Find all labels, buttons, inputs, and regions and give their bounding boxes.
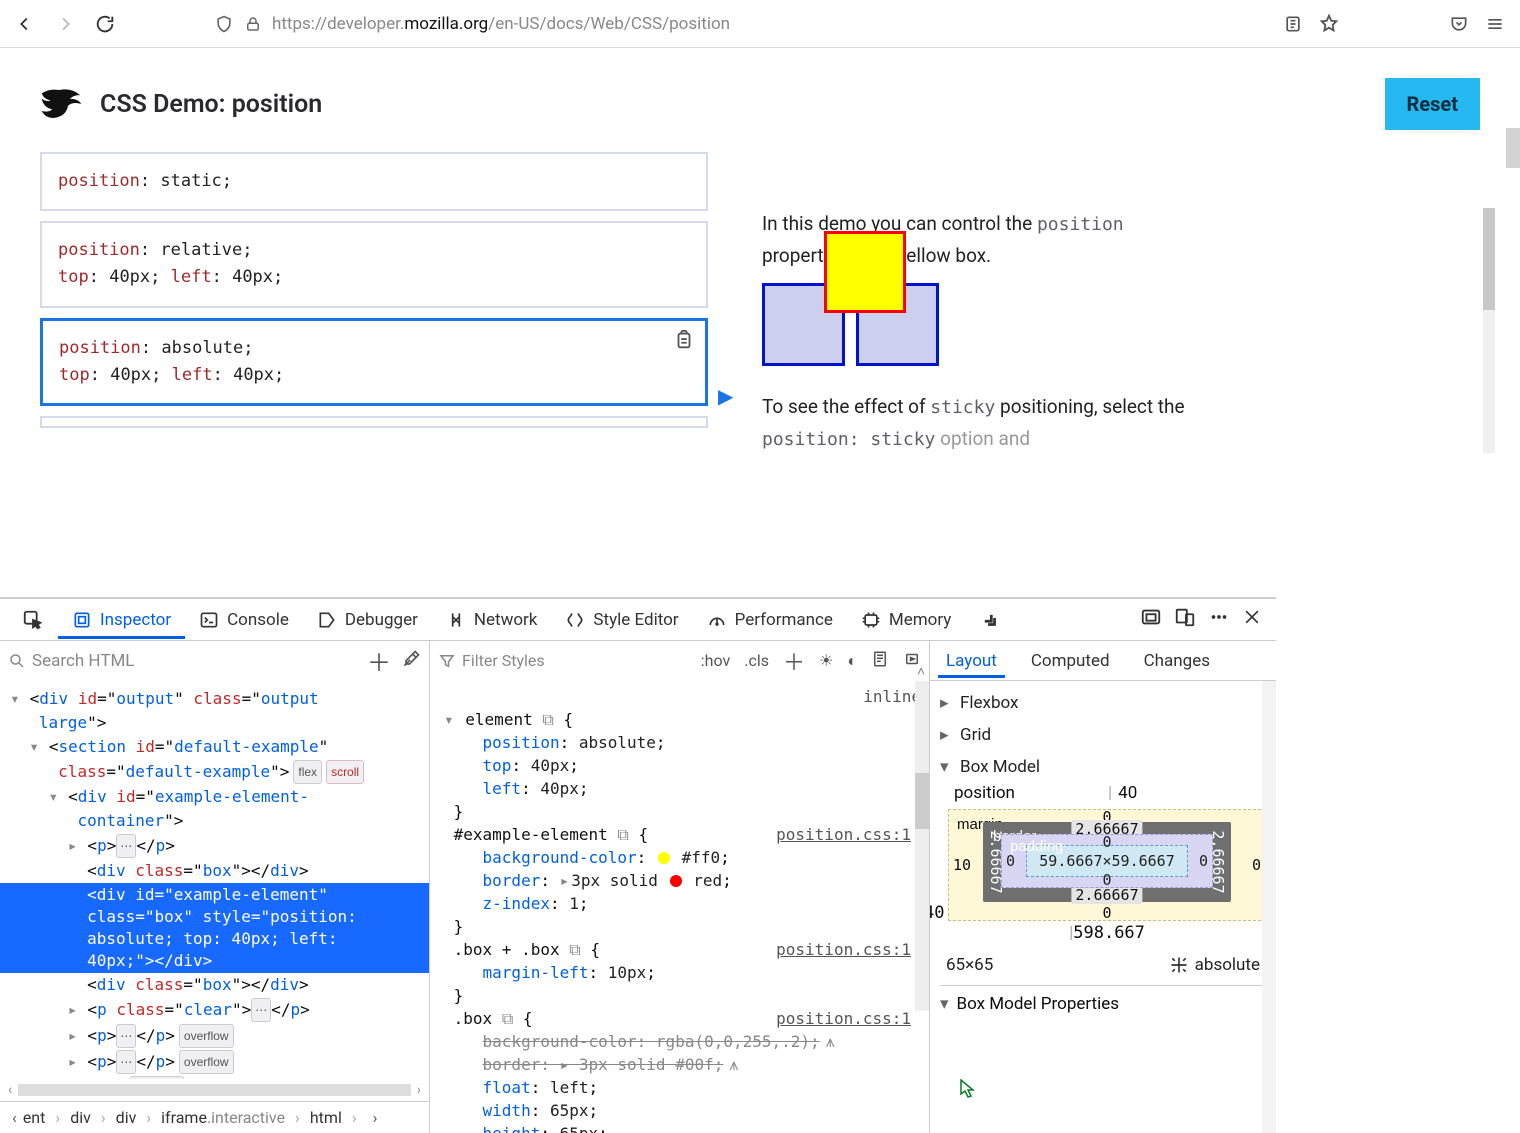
responsive-icon[interactable] xyxy=(1174,606,1196,633)
kebab-icon[interactable] xyxy=(1208,606,1230,633)
tab-computed[interactable]: Computed xyxy=(1023,645,1118,677)
iframe-picker-icon[interactable] xyxy=(1140,606,1162,633)
reload-icon[interactable] xyxy=(94,13,116,35)
lock-icon xyxy=(244,15,262,33)
search-icon xyxy=(8,652,26,670)
option-next[interactable] xyxy=(40,416,708,428)
position-row: position|40 xyxy=(954,783,1266,803)
tab-memory[interactable]: Memory xyxy=(847,602,965,638)
tab-style-editor[interactable]: Style Editor xyxy=(551,602,692,638)
acc-boxmodel[interactable]: Box Model xyxy=(940,751,1266,783)
markup-pane: Search HTML ＋ ▾ <div id="output" class="… xyxy=(0,641,430,1133)
devtools: Inspector Console Debugger Network Style… xyxy=(0,597,1276,1133)
markup-h-scroll[interactable]: ‹› xyxy=(0,1079,429,1101)
page-title: CSS Demo: position xyxy=(100,90,322,119)
eyedropper-icon[interactable] xyxy=(401,649,421,673)
rules-body[interactable]: inline ▾ element ⧉ { position: absolute;… xyxy=(430,681,929,1133)
demo-description: In this demo you can control the positio… xyxy=(762,208,1192,454)
cursor-icon xyxy=(960,1079,976,1099)
pocket-icon[interactable] xyxy=(1448,13,1470,35)
tab-network[interactable]: Network xyxy=(432,602,552,638)
rules-scrollbar[interactable]: ˄ xyxy=(915,681,929,1011)
tab-debugger[interactable]: Debugger xyxy=(303,602,432,638)
search-html-input[interactable]: Search HTML xyxy=(8,651,357,671)
light-scheme-icon[interactable]: ☀ xyxy=(819,651,833,670)
dark-scheme-icon[interactable]: ◐ xyxy=(847,651,857,671)
add-node-icon[interactable]: ＋ xyxy=(367,643,391,678)
side-scrollbar[interactable] xyxy=(1262,681,1276,1133)
demo-boxes xyxy=(762,283,1192,373)
breadcrumbs[interactable]: ‹ ent› div› div› iframe.interactive› htm… xyxy=(0,1101,429,1133)
tab-layout[interactable]: Layout xyxy=(938,645,1005,677)
devtools-tabs: Inspector Console Debugger Network Style… xyxy=(0,599,1276,641)
hov-toggle[interactable]: :hov xyxy=(701,651,730,670)
tab-inspector[interactable]: Inspector xyxy=(58,602,185,638)
box-model-diagram[interactable]: 40 margin 0 0 10 0 border 2.66667 2.6666… xyxy=(948,809,1266,943)
back-icon[interactable] xyxy=(14,13,36,35)
example-element xyxy=(824,231,906,313)
logo-icon xyxy=(40,85,82,123)
markup-tree[interactable]: ▾ <div id="output" class="output large">… xyxy=(0,681,429,1079)
size-row: 65×65 absolute xyxy=(946,955,1260,975)
tab-console[interactable]: Console xyxy=(185,602,303,638)
page-viewport: CSS Demo: position Reset position: stati… xyxy=(0,48,1520,597)
tabs-overflow-icon[interactable] xyxy=(965,601,1015,639)
clipboard-icon[interactable] xyxy=(673,329,695,351)
option-relative[interactable]: position: relative; top: 40px; left: 40p… xyxy=(40,221,708,307)
acc-grid[interactable]: Grid xyxy=(940,719,1266,751)
menu-icon[interactable] xyxy=(1484,13,1506,35)
option-absolute[interactable]: position: absolute; top: 40px; left: 40p… xyxy=(40,318,708,406)
acc-bm-properties[interactable]: ▾Box Model Properties xyxy=(940,985,1266,1014)
reset-button[interactable]: Reset xyxy=(1385,78,1480,130)
filter-styles-input[interactable]: Filter Styles xyxy=(438,651,687,670)
rules-pane: Filter Styles :hov .cls ＋ ☀ ◐ inline ▾ e… xyxy=(430,641,930,1133)
browser-toolbar: https://developer.mozilla.org/en-US/docs… xyxy=(0,0,1520,48)
forward-icon[interactable] xyxy=(54,13,76,35)
demo-scrollbar[interactable] xyxy=(1483,208,1495,453)
side-pane: Layout Computed Changes Flexbox Grid Box… xyxy=(930,641,1276,1133)
cls-toggle[interactable]: .cls xyxy=(744,651,769,670)
run-arrow-icon: ▶ xyxy=(718,384,733,408)
tab-performance[interactable]: Performance xyxy=(693,602,847,638)
reader-icon[interactable] xyxy=(1282,13,1304,35)
crosshair-icon xyxy=(1169,955,1189,975)
close-icon[interactable] xyxy=(1242,607,1262,632)
funnel-icon xyxy=(438,652,456,670)
print-media-icon[interactable] xyxy=(871,650,889,672)
tab-changes[interactable]: Changes xyxy=(1136,645,1218,677)
option-static[interactable]: position: static; xyxy=(40,152,708,211)
acc-flexbox[interactable]: Flexbox xyxy=(940,687,1266,719)
pick-element-icon[interactable] xyxy=(8,601,58,639)
url-bar[interactable]: https://developer.mozilla.org/en-US/docs… xyxy=(214,14,1264,34)
selected-node[interactable]: <div id="example-element" class="box" st… xyxy=(0,883,429,973)
bookmark-icon[interactable] xyxy=(1318,13,1340,35)
add-rule-icon[interactable]: ＋ xyxy=(783,645,805,677)
shield-icon xyxy=(214,14,234,34)
